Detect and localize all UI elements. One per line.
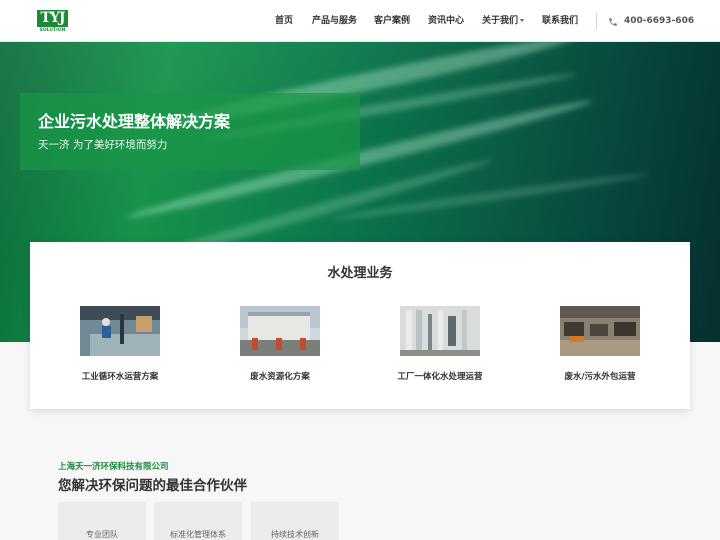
services-card: 水处理业务 工业循环水运营方案 废水资源化方案 工厂一体化水处理运营 废水/污水… [30,242,690,409]
nav-news[interactable]: 资讯中心 [428,0,464,42]
service-image-circulating-water[interactable] [80,306,160,356]
page: TYJ SOLUTION 首页 产品与服务 客户案例 资讯中心 关于我们 联系我… [0,0,720,540]
nav-products-services[interactable]: 产品与服务 [312,0,357,42]
logo-subtext: SOLUTION [39,28,66,33]
feature-label: 持续技术创新 [271,530,319,539]
nav-about-label: 关于我们 [482,16,519,26]
phone-icon [609,18,617,26]
hero-subtitle: 天一济 为了美好环境而努力 [38,139,168,151]
phone-number[interactable]: 400-6693-606 [624,0,694,42]
service-image-outsourced-operation[interactable] [560,306,640,356]
service-image-wastewater-reuse[interactable] [240,306,320,356]
nav-about[interactable]: 关于我们 [482,0,525,42]
services-title: 水处理业务 [327,266,393,281]
feature-label: 专业团队 [86,530,118,539]
nav-cases[interactable]: 客户案例 [374,0,410,42]
service-image-integrated-treatment[interactable] [400,306,480,356]
logo-mark: TYJ [37,10,68,27]
feature-card[interactable]: 专业团队 [58,502,146,540]
site-header: TYJ SOLUTION 首页 产品与服务 客户案例 资讯中心 关于我们 联系我… [0,0,720,42]
hero-title: 企业污水处理整体解决方案 [38,112,231,131]
header-divider [596,13,597,30]
nav-home[interactable]: 首页 [275,0,293,42]
service-label[interactable]: 工业循环水运营方案 [40,370,200,382]
nav-contact[interactable]: 联系我们 [542,0,578,42]
service-label[interactable]: 废水/污水外包运营 [520,370,680,382]
feature-card[interactable]: 标准化管理体系 [154,502,242,540]
company-name: 上海天一济环保科技有限公司 [58,462,169,472]
chevron-down-icon [520,19,525,22]
feature-card[interactable]: 持续技术创新 [251,502,339,540]
feature-label: 标准化管理体系 [170,530,226,539]
logo[interactable]: TYJ SOLUTION [37,10,68,34]
service-label[interactable]: 废水资源化方案 [200,370,360,382]
service-label[interactable]: 工厂一体化水处理运营 [360,370,520,382]
section-title: 您解决环保问题的最佳合作伙伴 [58,478,247,494]
